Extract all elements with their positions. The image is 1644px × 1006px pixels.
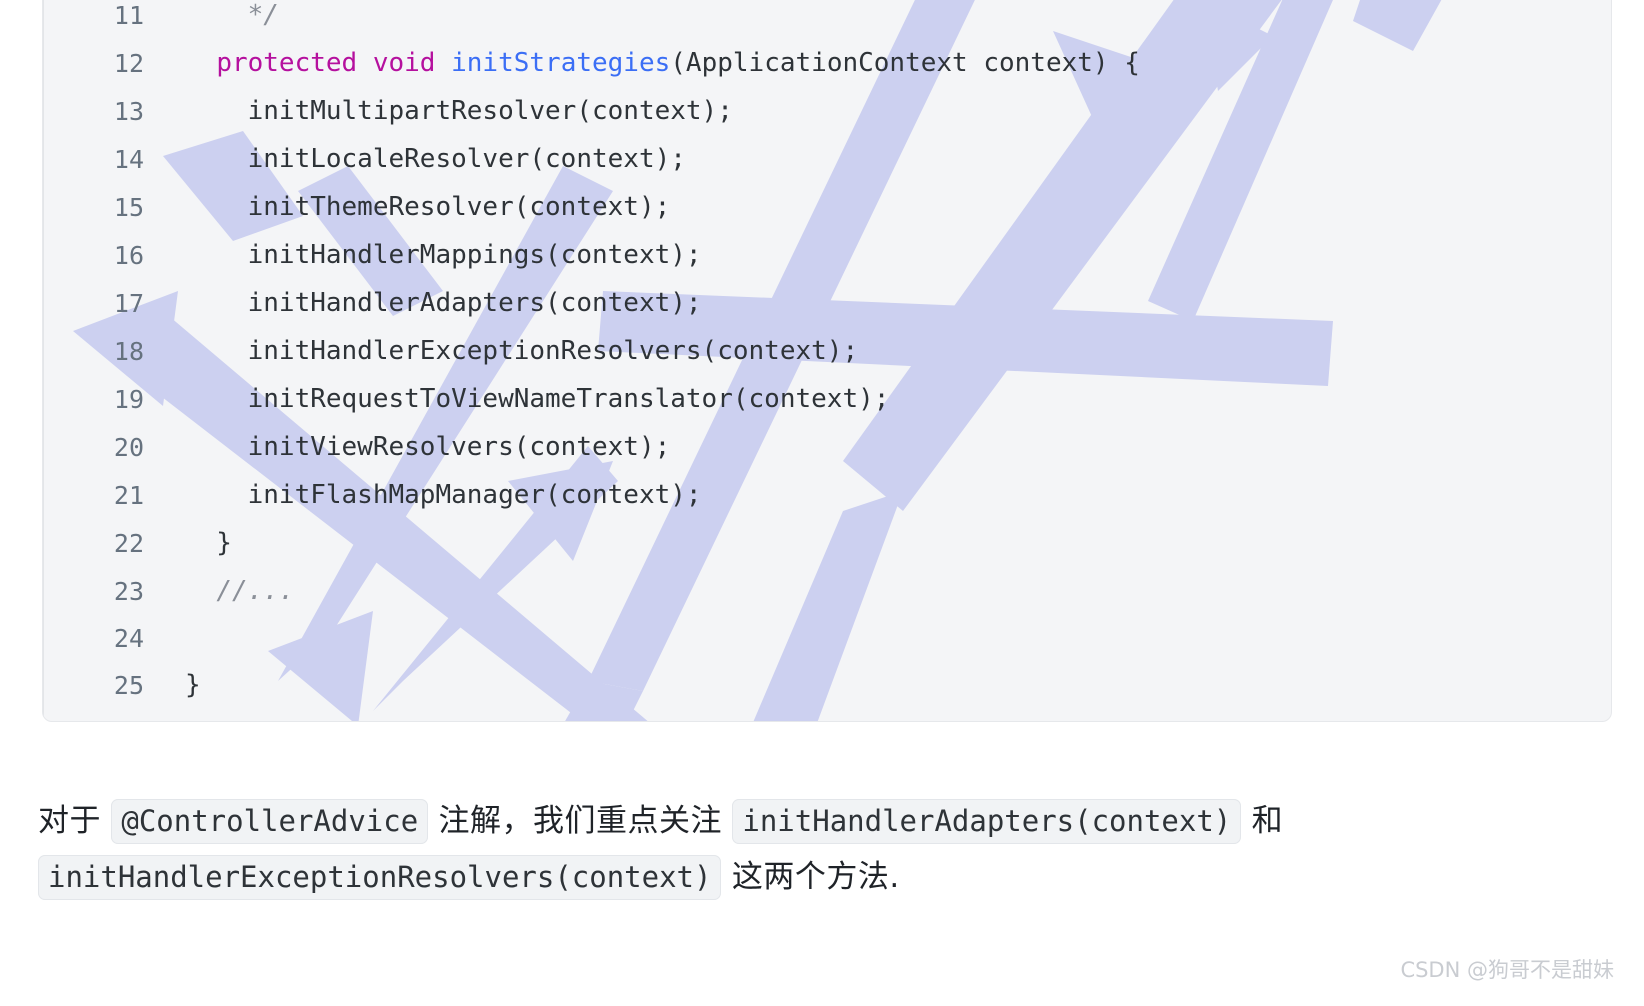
code-token-comment: */	[247, 0, 279, 30]
code-line: 19 initRequestToViewNameTranslator(conte…	[43, 375, 1611, 423]
code-token-plain: initViewResolvers(context);	[185, 432, 671, 462]
code-token-plain: }	[185, 670, 201, 700]
article-page: 11 */12 protected void initStrategies(Ap…	[0, 0, 1644, 1006]
line-number: 21	[113, 480, 144, 510]
line-number: 22	[113, 528, 144, 558]
code-line-content: initThemeResolver(context);	[165, 183, 1611, 231]
line-number: 15	[113, 192, 144, 222]
line-number: 13	[113, 96, 144, 126]
code-line-content: }	[165, 519, 1611, 567]
code-line-content: */	[165, 0, 1611, 39]
line-number: 24	[113, 623, 144, 653]
code-lines-table: 11 */12 protected void initStrategies(Ap…	[43, 0, 1611, 709]
code-lines-body: 11 */12 protected void initStrategies(Ap…	[43, 0, 1611, 709]
code-token-plain: }	[185, 528, 232, 558]
code-line: 21 initFlashMapManager(context);	[43, 471, 1611, 519]
code-token-plain: initHandlerExceptionResolvers(context);	[185, 336, 859, 366]
code-line-content: initViewResolvers(context);	[165, 423, 1611, 471]
code-token-plain: initRequestToViewNameTranslator(context)…	[185, 384, 890, 414]
code-line: 13 initMultipartResolver(context);	[43, 87, 1611, 135]
code-token-function: initStrategies	[451, 48, 671, 78]
line-number: 12	[113, 48, 144, 78]
line-number: 11	[113, 0, 144, 30]
code-block[interactable]: 11 */12 protected void initStrategies(Ap…	[42, 0, 1612, 722]
code-token-comment: //...	[216, 576, 295, 606]
paragraph-text: 注解，我们重点关注	[428, 803, 733, 839]
code-line: 14 initLocaleResolver(context);	[43, 135, 1611, 183]
line-number: 16	[113, 240, 144, 270]
code-token-plain: initMultipartResolver(context);	[185, 96, 733, 126]
code-token-plain: initThemeResolver(context);	[185, 192, 671, 222]
inline-code: @ControllerAdvice	[111, 799, 429, 844]
code-line-content: initMultipartResolver(context);	[165, 87, 1611, 135]
line-number: 23	[113, 576, 144, 606]
line-number: 19	[113, 384, 144, 414]
code-line: 20 initViewResolvers(context);	[43, 423, 1611, 471]
code-line-content: initFlashMapManager(context);	[165, 471, 1611, 519]
code-line: 25}	[43, 661, 1611, 709]
code-token-plain: initHandlerMappings(context);	[185, 240, 702, 270]
code-line-content: initRequestToViewNameTranslator(context)…	[165, 375, 1611, 423]
code-line-content: }	[165, 661, 1611, 709]
code-line: 24	[43, 615, 1611, 661]
code-token-plain: initLocaleResolver(context);	[185, 144, 686, 174]
code-line-content: //...	[165, 567, 1611, 615]
line-number: 25	[113, 670, 144, 700]
code-line: 15 initThemeResolver(context);	[43, 183, 1611, 231]
gutter-divider	[43, 0, 44, 721]
code-line: 22 }	[43, 519, 1611, 567]
code-line: 11 */	[43, 0, 1611, 39]
code-token-plain: (ApplicationContext context) {	[670, 48, 1140, 78]
code-line: 17 initHandlerAdapters(context);	[43, 279, 1611, 327]
body-paragraph: 对于 @ControllerAdvice 注解，我们重点关注 initHandl…	[38, 793, 1558, 905]
code-token-plain: initHandlerAdapters(context);	[185, 288, 702, 318]
paragraph-text: 这两个方法.	[721, 859, 900, 895]
code-line: 18 initHandlerExceptionResolvers(context…	[43, 327, 1611, 375]
code-line: 16 initHandlerMappings(context);	[43, 231, 1611, 279]
code-line-content: protected void initStrategies(Applicatio…	[165, 39, 1611, 87]
csdn-author-watermark: CSDN @狗哥不是甜妹	[1400, 958, 1614, 982]
code-line-content: initLocaleResolver(context);	[165, 135, 1611, 183]
code-line: 23 //...	[43, 567, 1611, 615]
inline-code: initHandlerExceptionResolvers(context)	[38, 855, 722, 900]
line-number: 14	[113, 144, 144, 174]
inline-code: initHandlerAdapters(context)	[732, 799, 1242, 844]
code-line-content: initHandlerMappings(context);	[165, 231, 1611, 279]
line-number: 18	[113, 336, 144, 366]
paragraph-text: 和	[1241, 803, 1284, 839]
line-number: 17	[113, 288, 144, 318]
paragraph-text: 对于	[38, 803, 112, 839]
code-token-keyword: protected void	[216, 48, 452, 78]
line-number: 20	[113, 432, 144, 462]
code-token-plain: initFlashMapManager(context);	[185, 480, 702, 510]
code-line-content	[165, 615, 1611, 661]
code-scroll-area[interactable]: 11 */12 protected void initStrategies(Ap…	[43, 0, 1611, 721]
code-line-content: initHandlerAdapters(context);	[165, 279, 1611, 327]
code-line: 12 protected void initStrategies(Applica…	[43, 39, 1611, 87]
code-line-content: initHandlerExceptionResolvers(context);	[165, 327, 1611, 375]
